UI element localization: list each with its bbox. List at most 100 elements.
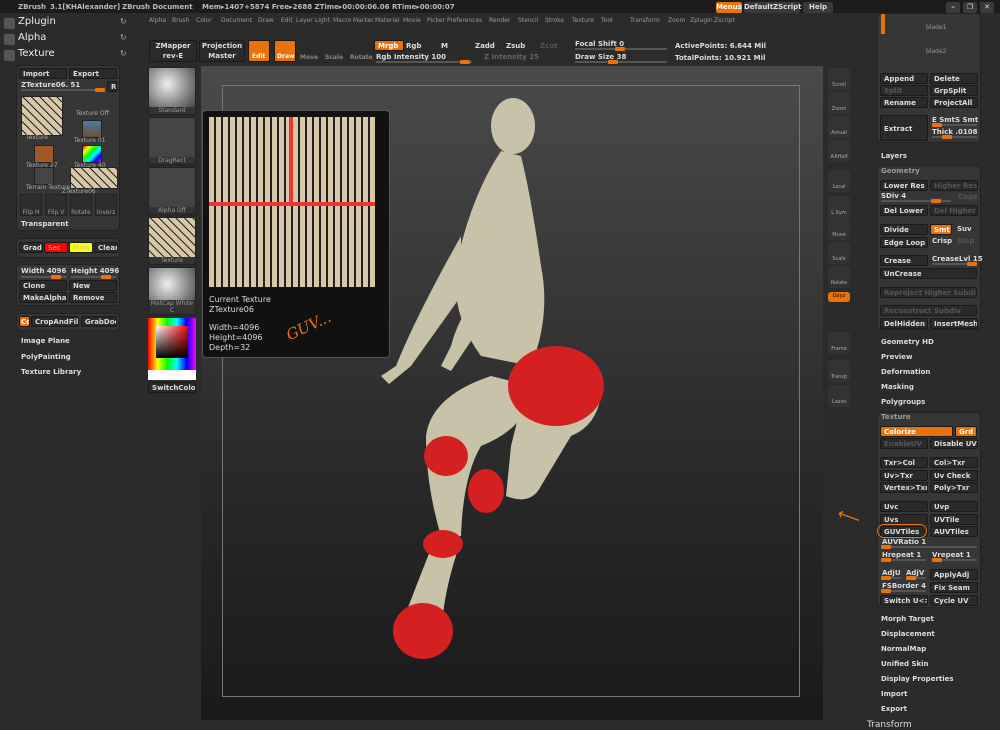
- r-button[interactable]: R: [107, 81, 117, 92]
- enableuv-button[interactable]: EnableUV: [880, 438, 928, 449]
- tool-rotate-button[interactable]: Rotate: [70, 194, 92, 216]
- focal-shift-track[interactable]: [575, 47, 667, 51]
- shelf-standard[interactable]: Standard: [148, 67, 196, 115]
- insertmesh-button[interactable]: InsertMesh: [930, 318, 978, 329]
- texture-thumbnail[interactable]: [21, 96, 63, 136]
- nav-alpha[interactable]: Alpha: [18, 32, 46, 43]
- texture-thumbnail[interactable]: [82, 145, 102, 163]
- uvc-button[interactable]: Uvc: [880, 501, 928, 512]
- section-normalmap[interactable]: NormalMap: [881, 645, 926, 653]
- delhidden-button[interactable]: DelHidden: [880, 318, 928, 329]
- aahalf-icon[interactable]: AAHalf: [828, 140, 850, 162]
- menu-zscript[interactable]: Zscript: [714, 17, 735, 24]
- draw-button[interactable]: Draw: [274, 40, 296, 62]
- edit-button[interactable]: Edit: [248, 40, 270, 62]
- txrcol-button[interactable]: Txr>Col: [880, 457, 928, 468]
- cage-label[interactable]: Cage: [958, 193, 978, 201]
- polytxr-button[interactable]: Poly>Txr: [930, 482, 978, 493]
- menu-edit[interactable]: Edit: [281, 17, 293, 24]
- menu-draw[interactable]: Draw: [258, 17, 274, 24]
- edgeloop-button[interactable]: Edge Loop: [880, 237, 928, 248]
- subtool-item[interactable]: blade2: [926, 48, 946, 55]
- refresh-icon[interactable]: ↻: [120, 49, 127, 58]
- shelf-texture[interactable]: Texture: [148, 217, 196, 265]
- lasso-icon[interactable]: Lasso: [828, 385, 850, 407]
- m-button[interactable]: M: [441, 42, 448, 50]
- higher-res-button[interactable]: Higher Res: [930, 180, 978, 191]
- section-preview[interactable]: Preview: [881, 353, 913, 361]
- width-slider-track[interactable]: [21, 275, 66, 279]
- width-slider[interactable]: Width 4096: [21, 267, 66, 275]
- uvcheck-button[interactable]: Uv Check: [930, 470, 978, 481]
- grad-button[interactable]: Grad: [19, 242, 43, 253]
- append-button[interactable]: Append: [880, 73, 928, 84]
- actual-icon[interactable]: Actual: [828, 116, 850, 138]
- menu-layer[interactable]: Layer: [296, 17, 313, 24]
- menu-material[interactable]: Material: [375, 17, 399, 24]
- rename-button[interactable]: Rename: [880, 97, 928, 108]
- texture-thumbnail[interactable]: [34, 145, 54, 163]
- suv-label[interactable]: Suv: [957, 225, 972, 233]
- menu-transform[interactable]: Transform: [630, 17, 660, 24]
- coltxr-button[interactable]: Col>Txr: [930, 457, 978, 468]
- rgb-button[interactable]: Rgb: [406, 42, 421, 50]
- zoom-icon[interactable]: Zoom: [828, 92, 850, 114]
- cycleuv-button[interactable]: Cycle UV: [930, 595, 978, 606]
- cd-button[interactable]: Cd: [19, 316, 30, 327]
- makealpha-button[interactable]: MakeAlpha: [19, 292, 67, 303]
- lsym-icon[interactable]: L.Sym: [828, 196, 850, 218]
- section-unified-skin[interactable]: Unified Skin: [881, 660, 929, 668]
- crisp-label[interactable]: Crisp: [932, 237, 952, 245]
- scale-button[interactable]: Scale: [325, 54, 343, 61]
- scroll-icon[interactable]: Scroll: [828, 68, 850, 90]
- menu-picker[interactable]: Picker: [427, 17, 445, 24]
- help-button[interactable]: Help: [803, 2, 833, 13]
- menu-preferences[interactable]: Preferences: [447, 17, 482, 24]
- height-slider[interactable]: Height 4096: [71, 267, 119, 275]
- zadd-button[interactable]: Zadd: [475, 42, 495, 50]
- menu-stroke[interactable]: Stroke: [545, 17, 564, 24]
- export-button[interactable]: Export: [69, 68, 117, 79]
- color-swatch-white[interactable]: [148, 370, 196, 380]
- slider-track[interactable]: [881, 545, 977, 549]
- slider-track[interactable]: [881, 589, 926, 593]
- section-image-plane[interactable]: Image Plane: [21, 337, 70, 345]
- texture-thumbnail[interactable]: [70, 167, 118, 189]
- section-displacement[interactable]: Displacement: [881, 630, 935, 638]
- shelf-alpha-off[interactable]: Alpha Off: [148, 167, 196, 215]
- menu-zplugin[interactable]: Zplugin: [690, 17, 713, 24]
- rgb-intensity-slider[interactable]: Rgb Intensity 100: [376, 53, 446, 61]
- disableuv-button[interactable]: Disable UV: [930, 438, 978, 449]
- refresh-icon[interactable]: ↻: [120, 17, 127, 26]
- current-texture-slider[interactable]: ZTexture06. 51: [21, 81, 80, 89]
- menu-brush[interactable]: Brush: [172, 17, 189, 24]
- nav-texture[interactable]: Texture: [18, 48, 55, 59]
- slider-track[interactable]: [906, 576, 926, 580]
- menu-texture[interactable]: Texture: [572, 17, 594, 24]
- secondary-color-swatch[interactable]: Sec: [44, 242, 68, 253]
- zcut-button[interactable]: Zcut: [540, 42, 558, 50]
- divide-button[interactable]: Divide: [880, 224, 928, 235]
- fixseam-button[interactable]: Fix Seam: [930, 582, 978, 593]
- texture-title[interactable]: Texture: [881, 413, 911, 421]
- z-intensity-slider[interactable]: Z Intensity 25: [484, 53, 539, 61]
- transp-icon[interactable]: Transp: [828, 360, 850, 382]
- delete-button[interactable]: Delete: [930, 73, 978, 84]
- section-masking[interactable]: Masking: [881, 383, 914, 391]
- slider-track[interactable]: [881, 199, 951, 203]
- remove-button[interactable]: Remove: [69, 292, 117, 303]
- rotate-button[interactable]: Rotate: [350, 54, 373, 61]
- slider-track[interactable]: [932, 123, 977, 127]
- switchuv-button[interactable]: Switch U<>V: [880, 595, 928, 606]
- section-export[interactable]: Export: [881, 705, 907, 713]
- uncrease-button[interactable]: UnCrease: [880, 268, 977, 279]
- gxyz-icon[interactable]: Gxyz: [828, 292, 850, 302]
- texture-thumbnail[interactable]: [82, 120, 102, 138]
- split-button[interactable]: Split: [880, 85, 928, 96]
- refresh-icon[interactable]: ↻: [120, 33, 127, 42]
- cropandfill-button[interactable]: CropAndFill: [31, 316, 79, 327]
- delhigher-button[interactable]: Del Higher: [930, 205, 978, 216]
- menu-document[interactable]: Document: [221, 17, 252, 24]
- grabdoc-button[interactable]: GrabDoc: [81, 316, 117, 327]
- section-texture-library[interactable]: Texture Library: [21, 368, 81, 376]
